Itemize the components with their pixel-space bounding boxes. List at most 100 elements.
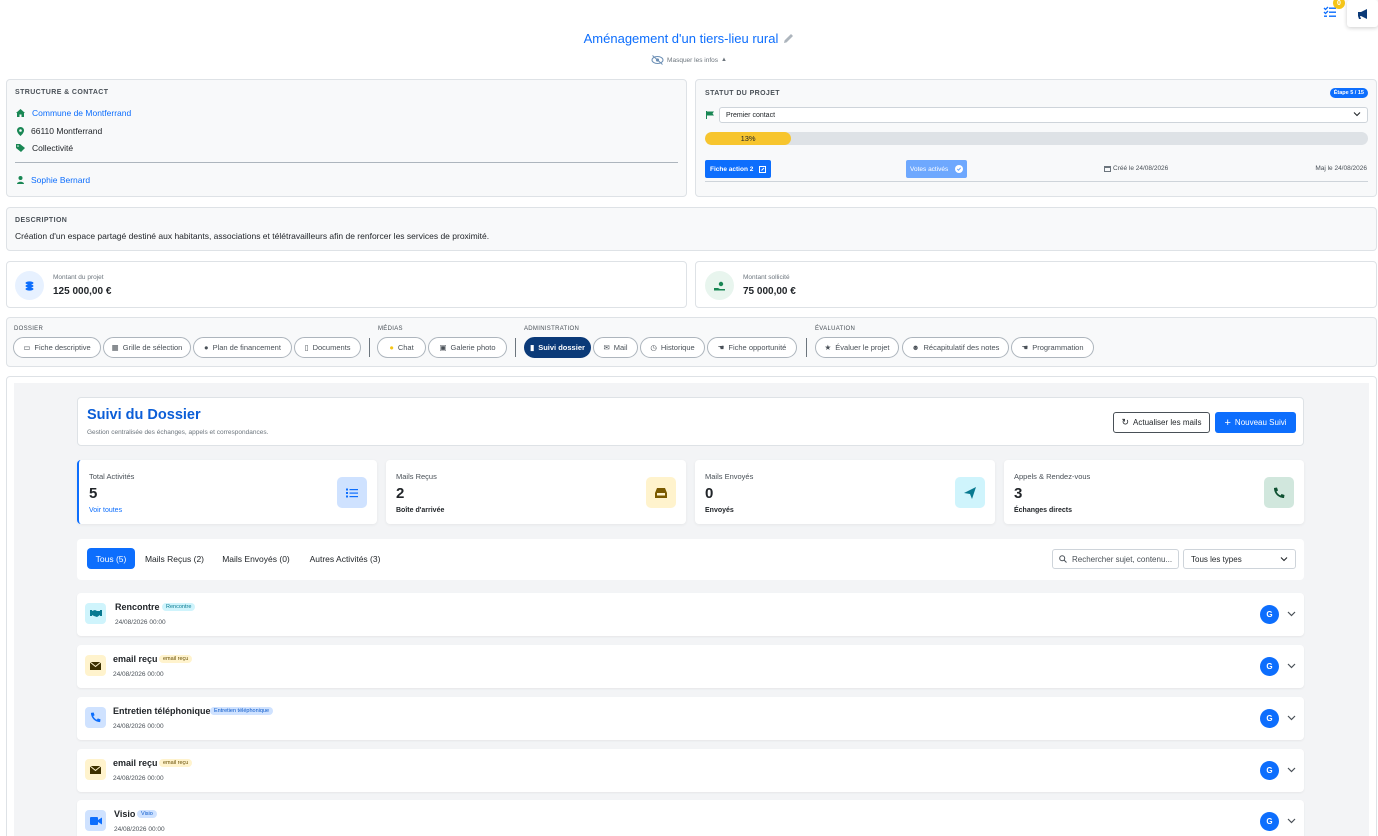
notification-badge: 0 (1333, 0, 1345, 9)
clock-icon: ◷ (650, 343, 657, 352)
hide-info-toggle[interactable]: Masquer les infos ▲ (0, 55, 1378, 65)
announcement-button[interactable] (1347, 0, 1378, 27)
votes-button[interactable]: Votes activés (906, 160, 968, 178)
table-icon: ▦ (111, 343, 119, 352)
tab-galerie[interactable]: ▣ Galerie photo (428, 337, 507, 358)
stat-label: Total Activités (89, 472, 135, 481)
avatar: G (1260, 709, 1279, 728)
updated-date: Maj le 24/08/2026 (1315, 165, 1367, 172)
tab-fiche-opportunite[interactable]: ☚ Fiche opportunité (707, 337, 797, 358)
eye-slash-icon (651, 55, 664, 65)
avatar: G (1260, 605, 1279, 624)
suivi-header-card: Suivi du Dossier Gestion centralisée des… (77, 397, 1304, 446)
address-text: 66110 Montferrand (31, 126, 103, 136)
checklist-icon (1323, 6, 1336, 17)
tab-evaluer[interactable]: ★ Évaluer le projet (815, 337, 899, 358)
structure-divider (15, 162, 678, 163)
tab-label: Grille de sélection (122, 343, 183, 352)
search-input[interactable]: Rechercher sujet, contenu... (1052, 549, 1179, 569)
chevron-down-icon (1353, 110, 1361, 120)
users-icon: ☻ (911, 343, 920, 352)
chevron-down-icon[interactable] (1287, 765, 1296, 774)
activity-date: 24/08/2026 00:00 (113, 723, 164, 730)
group-administration: ADMINISTRATION (524, 326, 580, 332)
phone-icon (1264, 477, 1294, 508)
comments-icon: ● (389, 343, 394, 352)
tab-sent[interactable]: Mails Envoyés (0) (216, 548, 296, 569)
stat-sub: Boîte d'arrivée (396, 507, 445, 514)
activity-title: email reçu (113, 654, 158, 664)
stat-label: Mails Reçus (396, 472, 437, 481)
list-icon (337, 477, 367, 508)
chevron-down-icon[interactable] (1287, 816, 1296, 825)
envelope-icon: ✉ (603, 343, 610, 352)
map-marker-icon (17, 126, 24, 136)
chevron-down-icon[interactable] (1287, 713, 1296, 722)
activity-row[interactable]: email reçu email reçu 24/08/2026 00:00 G (77, 749, 1304, 792)
tab-suivi-dossier[interactable]: ▮ Suivi dossier (524, 337, 591, 358)
activity-row[interactable]: email reçu email reçu 24/08/2026 00:00 G (77, 645, 1304, 688)
envelope-icon (85, 759, 106, 780)
tab-documents[interactable]: ▯ Documents (294, 337, 361, 358)
tab-programmation[interactable]: ☚ Programmation (1011, 337, 1094, 358)
activity-row[interactable]: Visio Visio 24/08/2026 00:00 G (77, 800, 1304, 836)
tab-label: Fiche opportunité (728, 343, 787, 352)
avatar: G (1260, 657, 1279, 676)
refresh-label: Actualiser les mails (1133, 418, 1202, 427)
tab-grille-selection[interactable]: ▦ Grille de sélection (103, 337, 191, 358)
handshake-icon (85, 603, 106, 624)
activity-date: 24/08/2026 00:00 (115, 619, 166, 626)
home-icon (16, 109, 25, 117)
tab-recapitulatif[interactable]: ☻ Récapitulatif des notes (902, 337, 1009, 358)
calendar-icon (1104, 166, 1111, 172)
status-select[interactable]: Premier contact (719, 107, 1368, 123)
pencil-icon[interactable] (783, 33, 794, 44)
requested-amount-label: Montant sollicité (743, 274, 790, 281)
stat-calls[interactable]: Appels & Rendez-vous 3 Échanges directs (1004, 460, 1304, 524)
activity-date: 24/08/2026 00:00 (113, 775, 164, 782)
stat-link[interactable]: Voir toutes (89, 507, 122, 514)
suivi-title: Suivi du Dossier (87, 407, 201, 423)
description-text: Création d'un espace partagé destiné aux… (15, 231, 490, 241)
activity-row[interactable]: Rencontre Rencontre 24/08/2026 00:00 G (77, 593, 1304, 636)
user-icon (17, 176, 24, 184)
progress-fill: 13% (705, 132, 792, 145)
activity-badge: email reçu (159, 759, 193, 767)
refresh-mails-button[interactable]: ↻ Actualiser les mails (1113, 412, 1210, 433)
tab-received[interactable]: Mails Reçus (2) (140, 548, 209, 569)
tab-chat[interactable]: ● Chat (377, 337, 426, 358)
tab-label: Programmation (1032, 343, 1084, 352)
nav-divider (515, 338, 516, 357)
video-icon (85, 810, 106, 831)
tab-plan-financement[interactable]: ● Plan de financement (193, 337, 292, 358)
tab-mail[interactable]: ✉ Mail (593, 337, 638, 358)
progress-label: 13% (740, 134, 756, 143)
chevron-down-icon[interactable] (1287, 609, 1296, 618)
stat-received[interactable]: Mails Reçus 2 Boîte d'arrivée (386, 460, 686, 524)
stat-sent[interactable]: Mails Envoyés 0 Envoyés (695, 460, 995, 524)
fiche-action-button[interactable]: Fiche action 2 (705, 160, 772, 178)
description-card: DESCRIPTION Création d'un espace partagé… (6, 207, 1377, 251)
tab-fiche-descriptive[interactable]: ▭ Fiche descriptive (13, 337, 101, 358)
activity-row[interactable]: Entretien téléphonique Entretien télépho… (77, 697, 1304, 740)
status-select-value: Premier contact (726, 111, 776, 119)
structure-heading: STRUCTURE & CONTACT (15, 89, 109, 96)
inbox-icon (646, 477, 676, 508)
contact-link[interactable]: Sophie Bernard (31, 175, 90, 185)
requested-amount-card: Montant sollicité 75 000,00 € (695, 261, 1377, 308)
tab-other[interactable]: Autres Activités (3) (302, 548, 388, 569)
chevron-down-icon[interactable] (1287, 661, 1296, 670)
type-select[interactable]: Tous les types (1183, 549, 1296, 569)
plus-icon: + (1224, 416, 1231, 429)
tab-all[interactable]: Tous (5) (87, 548, 135, 569)
commune-link[interactable]: Commune de Montferrand (32, 108, 131, 118)
tab-historique[interactable]: ◷ Historique (640, 337, 705, 358)
new-suivi-label: Nouveau Suivi (1234, 418, 1287, 427)
chevron-down-icon (1280, 555, 1288, 565)
stat-total[interactable]: Total Activités 5 Voir toutes (77, 460, 377, 524)
external-link-icon (759, 165, 767, 173)
new-suivi-button[interactable]: + Nouveau Suivi (1215, 412, 1296, 433)
fiche-action-label: Fiche action 2 (710, 165, 754, 173)
megaphone-icon (1357, 8, 1367, 19)
envelope-icon (85, 655, 106, 676)
